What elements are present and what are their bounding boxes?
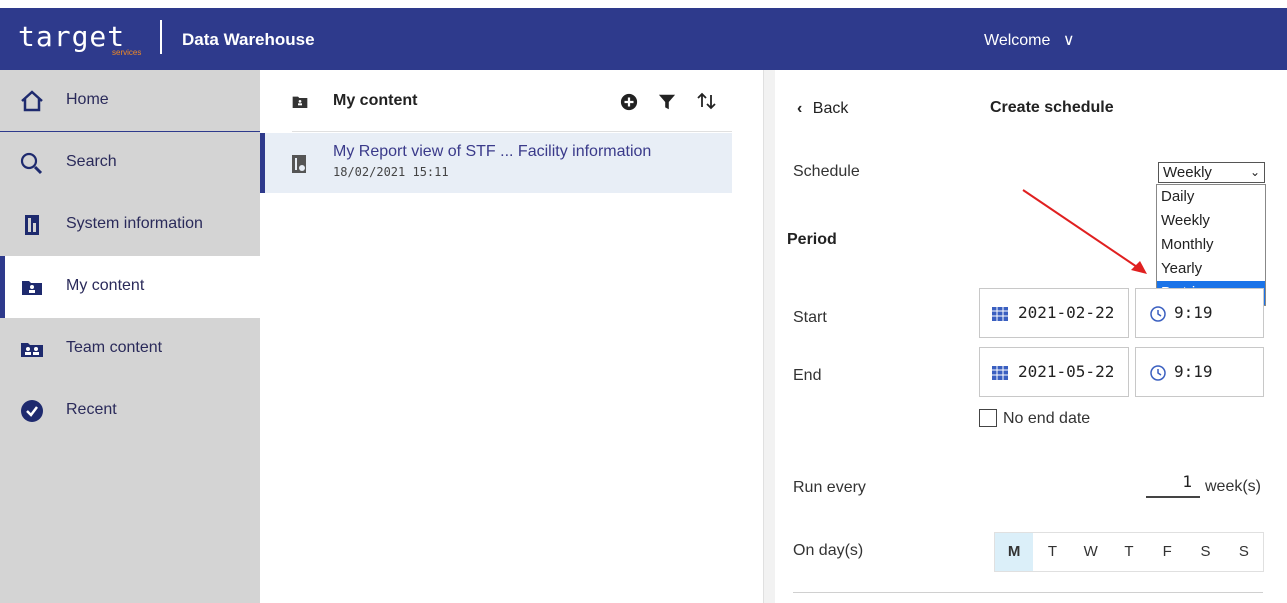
day-friday[interactable]: F [1148, 533, 1186, 571]
day-tuesday[interactable]: T [1033, 533, 1071, 571]
logo-divider [160, 20, 162, 54]
start-date-field[interactable]: 2021-02-22 [979, 288, 1129, 338]
folder-user-icon [22, 281, 42, 295]
on-days-label: On day(s) [793, 542, 864, 559]
chevron-down-icon: ∨ [1062, 32, 1075, 49]
pane-splitter[interactable] [763, 70, 775, 603]
report-title: My Report view of STF ... Facility infor… [333, 143, 652, 160]
schedule-label: Schedule [793, 163, 860, 180]
create-schedule-panel: ‹ Back Create schedule Schedule Weekly ⌄… [775, 70, 1287, 603]
calendar-icon [992, 307, 1008, 321]
day-monday[interactable]: M [995, 533, 1034, 571]
top-bar: target services Data Warehouse Welcome ∨ [0, 8, 1287, 70]
day-wednesday[interactable]: W [1072, 533, 1110, 571]
app-title: Data Warehouse [182, 30, 315, 49]
start-time-value: 9:19 [1174, 303, 1213, 322]
sort-icon[interactable] [696, 91, 718, 111]
panel-title: Create schedule [990, 99, 1114, 116]
calendar-icon [992, 366, 1008, 380]
annotation-arrow [1022, 189, 1147, 274]
report-icon [25, 215, 39, 235]
day-selector: M T W T F S S [994, 532, 1264, 572]
search-icon [20, 152, 43, 175]
clock-icon [1150, 365, 1166, 381]
schedule-option-daily[interactable]: Daily [1157, 185, 1265, 209]
sidebar-item-label: Home [66, 91, 109, 108]
start-date-value: 2021-02-22 [1018, 303, 1115, 322]
sidebar-item-label: Team content [66, 339, 163, 356]
home-icon [21, 90, 43, 112]
no-end-date-checkbox[interactable] [979, 409, 997, 427]
welcome-label: Welcome [984, 32, 1051, 49]
sidebar-item-label: System information [66, 215, 203, 232]
recent-icon [21, 400, 43, 422]
chevron-left-icon: ‹ [797, 100, 803, 117]
list-item[interactable]: My Report view of STF ... Facility infor… [260, 133, 732, 193]
day-sunday[interactable]: S [1225, 533, 1263, 571]
sidebar-item-recent[interactable]: Recent [0, 380, 260, 442]
end-time-field[interactable]: 9:19 [1135, 347, 1264, 397]
day-thursday[interactable]: T [1110, 533, 1148, 571]
end-date-value: 2021-05-22 [1018, 362, 1115, 381]
schedule-option-weekly[interactable]: Weekly [1157, 209, 1265, 233]
content-pane: My content My Report view of STF ... Fac… [260, 70, 763, 603]
start-time-field[interactable]: 9:19 [1135, 288, 1264, 338]
period-heading: Period [787, 231, 837, 248]
schedule-option-monthly[interactable]: Monthly [1157, 233, 1265, 257]
sidebar-item-team-content[interactable]: Team content [0, 318, 260, 380]
sidebar-item-label: My content [66, 277, 145, 294]
folder-user-icon [292, 96, 308, 108]
sidebar-item-system-information[interactable]: System information [0, 194, 260, 256]
end-label: End [793, 367, 822, 384]
chevron-down-icon: ⌄ [1249, 165, 1260, 179]
sidebar-item-label: Search [66, 153, 117, 170]
divider [292, 131, 732, 132]
add-icon[interactable] [620, 93, 638, 111]
logo-subtitle: services [112, 48, 142, 57]
end-time-value: 9:19 [1174, 362, 1213, 381]
filter-icon[interactable] [658, 93, 676, 111]
divider [793, 592, 1263, 593]
team-folder-icon [21, 343, 43, 357]
no-end-date-label: No end date [1003, 410, 1091, 427]
content-title: My content [333, 92, 418, 109]
sidebar-item-search[interactable]: Search [0, 132, 260, 194]
clock-icon [1150, 306, 1166, 322]
run-every-input[interactable]: 1 [1146, 470, 1200, 498]
end-date-field[interactable]: 2021-05-22 [979, 347, 1129, 397]
schedule-select[interactable]: Weekly ⌄ [1158, 162, 1265, 183]
report-date: 18/02/2021 15:11 [333, 165, 449, 179]
start-label: Start [793, 309, 827, 326]
sidebar-item-home[interactable]: Home [0, 70, 260, 132]
run-every-unit: week(s) [1205, 478, 1262, 495]
sidebar-item-my-content[interactable]: My content [0, 256, 260, 318]
sidebar-item-label: Recent [66, 401, 117, 418]
day-saturday[interactable]: S [1186, 533, 1224, 571]
welcome-menu[interactable]: Welcome ∨ [984, 30, 1075, 50]
back-button[interactable]: ‹ Back [797, 100, 848, 118]
schedule-option-yearly[interactable]: Yearly [1157, 257, 1265, 281]
back-label: Back [812, 100, 849, 117]
sidebar: Home Search System information My conten… [0, 70, 260, 603]
schedule-select-value: Weekly [1163, 164, 1212, 181]
target-logo: target [18, 20, 126, 53]
run-every-label: Run every [793, 479, 866, 496]
report-icon [292, 155, 306, 173]
